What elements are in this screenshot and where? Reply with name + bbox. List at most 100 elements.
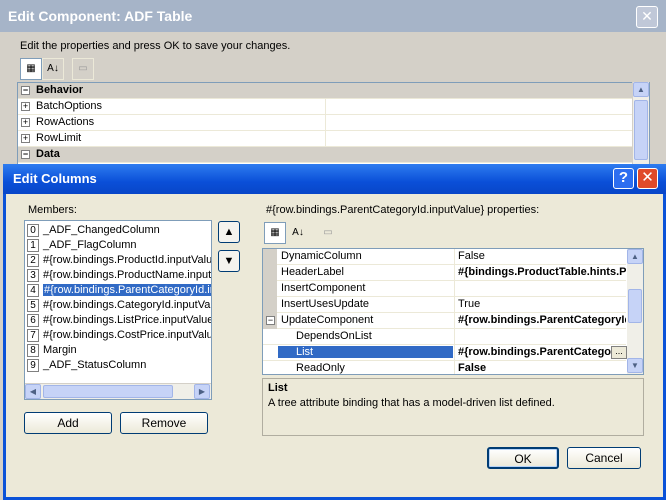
property-name: DynamicColumn	[281, 250, 362, 262]
property-pages-icon[interactable]: ▭	[317, 222, 339, 244]
member-label: _ADF_FlagColumn	[43, 239, 137, 251]
members-list[interactable]: 0 _ADF_ChangedColumn 1 _ADF_FlagColumn 2 #{ro…	[24, 220, 212, 400]
property-value[interactable]: #{row.bindings.ParentCategoryId.inputVal…	[458, 314, 626, 326]
member-index: 6	[27, 314, 39, 327]
member-index: 3	[27, 269, 39, 282]
member-index: 7	[27, 329, 39, 342]
background-property-grid: − Behavior + BatchOptions + RowActions +…	[17, 82, 650, 167]
ellipsis-button[interactable]: ...	[611, 346, 627, 359]
description-text: A tree attribute binding that has a mode…	[268, 397, 555, 409]
member-label: #{row.bindings.ParentCategoryId.inputVal…	[43, 284, 211, 296]
category-behavior[interactable]: − Behavior	[18, 83, 633, 99]
properties-vertical-scrollbar[interactable]: ▲ ▼	[627, 249, 643, 374]
ok-button[interactable]: OK	[487, 447, 559, 469]
dialog-title: Edit Columns	[3, 164, 666, 194]
property-row[interactable]: List #{row.bindings.ParentCategoryId.inpu…	[263, 345, 627, 361]
property-value[interactable]: #{bindings.ProductTable.hints.ParentCate…	[458, 266, 626, 278]
member-label: #{row.bindings.ProductId.inputValue}	[43, 254, 211, 266]
sort-alpha-icon[interactable]: A↓	[287, 222, 309, 244]
member-index: 2	[27, 254, 39, 267]
description-title: List	[268, 382, 288, 394]
dialog-close-button[interactable]: ✕	[637, 168, 658, 189]
expand-icon[interactable]: +	[21, 134, 30, 143]
property-batch-options[interactable]: + BatchOptions	[18, 99, 633, 115]
scroll-up-icon[interactable]: ▲	[627, 249, 643, 264]
member-label: #{row.bindings.ListPrice.inputValue}	[43, 314, 211, 326]
property-name: InsertUsesUpdate	[281, 298, 370, 310]
member-index: 4	[27, 284, 39, 297]
property-name: List	[278, 346, 453, 358]
member-index: 9	[27, 359, 39, 372]
members-horizontal-scrollbar[interactable]: ◀ ▶	[25, 383, 211, 399]
property-row[interactable]: DynamicColumn False	[263, 249, 626, 265]
categorized-view-icon[interactable]: ▦	[264, 222, 286, 244]
member-item[interactable]: 1 _ADF_FlagColumn	[25, 238, 211, 253]
property-value[interactable]: True	[458, 298, 626, 310]
member-label: #{row.bindings.CategoryId.inputValue}	[43, 299, 211, 311]
member-item[interactable]: 3 #{row.bindings.ProductName.inputValue}	[25, 268, 211, 283]
scroll-up-icon[interactable]: ▲	[633, 82, 649, 97]
property-row-actions[interactable]: + RowActions	[18, 115, 633, 131]
scroll-thumb[interactable]	[628, 289, 642, 323]
property-row[interactable]: ReadOnly False	[263, 361, 626, 374]
property-row[interactable]: DependsOnList	[263, 329, 626, 345]
collapse-icon[interactable]: −	[21, 150, 30, 159]
scroll-down-icon[interactable]: ▼	[627, 358, 643, 373]
property-row[interactable]: InsertUsesUpdate True	[263, 297, 626, 313]
collapse-icon[interactable]: −	[21, 86, 30, 95]
member-label: #{row.bindings.ProductName.inputValue}	[43, 269, 211, 281]
property-row[interactable]: − UpdateComponent #{row.bindings.ParentCat…	[263, 313, 626, 329]
member-item[interactable]: 8 Margin	[25, 343, 211, 358]
expand-icon[interactable]: +	[21, 118, 30, 127]
property-value[interactable]: False	[458, 250, 626, 262]
sort-alpha-icon[interactable]: A↓	[42, 58, 64, 80]
member-item[interactable]: 9 _ADF_StatusColumn	[25, 358, 211, 373]
property-name: UpdateComponent	[281, 314, 374, 326]
background-window-title: Edit Component: ADF Table	[0, 0, 666, 32]
expand-icon[interactable]: +	[21, 102, 30, 111]
member-item[interactable]: 6 #{row.bindings.ListPrice.inputValue}	[25, 313, 211, 328]
property-pages-icon[interactable]: ▭	[72, 58, 94, 80]
scroll-thumb[interactable]	[43, 385, 173, 398]
description-panel: List A tree attribute binding that has a…	[262, 378, 644, 436]
member-item[interactable]: 5 #{row.bindings.CategoryId.inputValue}	[25, 298, 211, 313]
member-index: 0	[27, 224, 39, 237]
member-label: _ADF_StatusColumn	[43, 359, 147, 371]
property-value[interactable]: False	[458, 362, 626, 374]
background-close-button[interactable]: ✕	[636, 6, 658, 28]
move-up-button[interactable]: ▲	[218, 221, 240, 243]
property-row-limit[interactable]: + RowLimit	[18, 131, 633, 147]
property-name: ReadOnly	[296, 362, 345, 374]
move-down-button[interactable]: ▼	[218, 250, 240, 272]
member-index: 5	[27, 299, 39, 312]
help-button[interactable]: ?	[613, 168, 634, 189]
scroll-left-icon[interactable]: ◀	[25, 384, 41, 399]
member-index: 8	[27, 344, 39, 357]
properties-grid[interactable]: DynamicColumn False HeaderLabel #{bindings.…	[262, 248, 644, 375]
category-data[interactable]: − Data	[18, 147, 633, 163]
member-item[interactable]: 0 _ADF_ChangedColumn	[25, 223, 211, 238]
member-item[interactable]: 2 #{row.bindings.ProductId.inputValue}	[25, 253, 211, 268]
properties-label: #{row.bindings.ParentCategoryId.inputVal…	[266, 204, 540, 216]
property-row[interactable]: HeaderLabel #{bindings.ProductTable.hints…	[263, 265, 626, 281]
collapse-icon[interactable]: −	[266, 316, 275, 325]
remove-button[interactable]: Remove	[120, 412, 208, 434]
member-item[interactable]: 4 #{row.bindings.ParentCategoryId.inputVa…	[25, 283, 211, 298]
member-label: #{row.bindings.CostPrice.inputValue}	[43, 329, 211, 341]
property-row[interactable]: InsertComponent	[263, 281, 626, 297]
member-item[interactable]: 7 #{row.bindings.CostPrice.inputValue}	[25, 328, 211, 343]
instructions-text: Edit the properties and press OK to save…	[20, 40, 291, 52]
add-button[interactable]: Add	[24, 412, 112, 434]
member-label: Margin	[43, 344, 77, 356]
property-name: DependsOnList	[296, 330, 372, 342]
scroll-right-icon[interactable]: ▶	[194, 384, 210, 399]
background-grid-scrollbar[interactable]: ▲	[632, 82, 649, 167]
member-index: 1	[27, 239, 39, 252]
categorized-view-icon[interactable]: ▦	[20, 58, 42, 80]
property-value[interactable]: #{row.bindings.ParentCategoryId.inputVal…	[458, 346, 626, 358]
members-label: Members:	[28, 204, 77, 216]
scroll-thumb[interactable]	[634, 100, 648, 160]
properties-toolbar: ▦ A↓ ▭	[262, 222, 642, 246]
cancel-button[interactable]: Cancel	[567, 447, 641, 469]
member-label: _ADF_ChangedColumn	[43, 224, 160, 236]
